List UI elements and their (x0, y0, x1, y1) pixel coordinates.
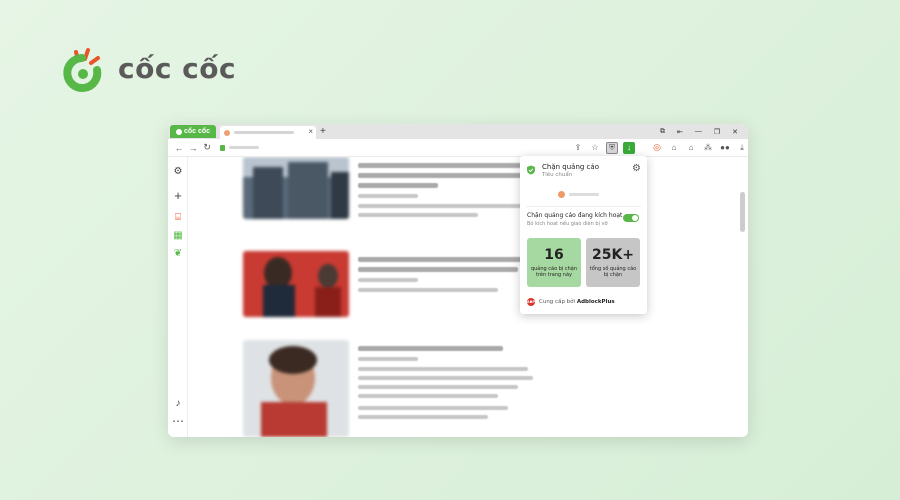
adblock-extension-icon[interactable]: ⛨ (606, 141, 619, 154)
new-tab-button[interactable]: + (320, 126, 326, 137)
leaf-icon[interactable]: ❦ (172, 247, 184, 259)
shopping-icon[interactable]: ⌸ (172, 211, 184, 223)
article-thumbnail (243, 251, 349, 317)
incognito-icon[interactable]: ●● (719, 142, 731, 154)
title-bar: cốc cốc × + ⧉ ⇤ — ❐ ✕ (168, 124, 748, 139)
site-domain-blurred (569, 193, 599, 196)
home-icon[interactable]: ⌂ (685, 142, 697, 154)
adblock-toggle-label: Chặn quảng cáo đang kích hoạt (527, 212, 623, 219)
brand-tab-label: cốc cốc (183, 128, 211, 135)
footer-brand-link[interactable]: AdblockPlus (577, 299, 615, 305)
forward-icon[interactable]: → (186, 143, 200, 153)
browser-toolbar: ← → ↻ ⇪ ☆ ⛨ ↓ ◎ ⌂ ⌂ ⁂ ●● ⤓ (168, 139, 748, 157)
adblockplus-logo-icon: ABP (527, 298, 535, 306)
popup-settings-gear-icon[interactable]: ⚙ (632, 163, 641, 174)
more-options-icon[interactable]: ⋯ (172, 414, 184, 428)
blurred-page-content (188, 157, 738, 437)
divider (526, 206, 641, 207)
adblock-toggle[interactable] (623, 214, 639, 222)
browser-window: cốc cốc × + ⧉ ⇤ — ❐ ✕ ← → ↻ ⇪ ☆ ⛨ ↓ ◎ ⌂ … (168, 124, 748, 437)
sidebar-toggle-icon[interactable]: ⇤ (677, 128, 683, 136)
minimize-icon[interactable]: — (695, 128, 702, 136)
blocked-on-page-stat: 16 quảng cáo bị chặn trên trang này (527, 238, 581, 287)
puzzle-extensions-icon[interactable]: ⌂ (668, 142, 680, 154)
close-window-icon[interactable]: ✕ (732, 128, 738, 136)
address-bar[interactable] (220, 144, 572, 151)
side-panel: ⚙ + ⌸ ▦ ❦ ♪ ⋯ (168, 157, 188, 437)
url-blurred (229, 146, 260, 149)
tab-title-blurred (234, 131, 294, 134)
article-thumbnail (243, 340, 349, 437)
lock-icon (220, 144, 226, 151)
blocked-total-label: tổng số quảng cáo bị chặn (589, 266, 637, 278)
blocked-total-count: 25K+ (591, 247, 635, 263)
calendar-icon[interactable]: ▦ (172, 229, 184, 241)
blocked-total-stat: 25K+ tổng số quảng cáo bị chặn (586, 238, 640, 287)
picture-in-picture-icon[interactable]: ⧉ (660, 128, 665, 136)
share-icon[interactable]: ⇪ (572, 142, 584, 154)
settings-gear-icon[interactable]: ⚙ (172, 165, 184, 177)
notification-bell-icon[interactable]: ♪ (172, 397, 184, 409)
tab-close-icon[interactable]: × (308, 127, 313, 136)
shield-check-icon (527, 165, 535, 175)
add-panel-icon[interactable]: + (172, 188, 184, 203)
brand-name: cốc cốc (118, 52, 237, 85)
scrollbar-thumb[interactable] (740, 192, 745, 232)
downloads-icon[interactable]: ⤓ (736, 142, 748, 154)
coccoc-home-tab[interactable]: cốc cốc (170, 125, 216, 138)
savior-download-icon[interactable]: ↓ (623, 141, 636, 154)
window-controls: ⧉ ⇤ — ❐ ✕ (660, 128, 748, 136)
reload-icon[interactable]: ↻ (200, 142, 214, 153)
adblock-toggle-sublabel: Bỏ kích hoạt nếu giao diện bị vỡ (527, 221, 608, 227)
popup-footer: ABP Cung cấp bởi AdblockPlus (527, 298, 615, 306)
tab-favicon-icon (224, 129, 230, 136)
toolbar-icons: ⇪ ☆ ⛨ ↓ ◎ ⌂ ⌂ ⁂ ●● ⤓ (572, 141, 748, 154)
coccoc-extension-icon[interactable]: ◎ (651, 142, 663, 154)
blocked-on-page-count: 16 (544, 247, 564, 263)
active-tab[interactable]: × (220, 126, 316, 139)
network-icon[interactable]: ⁂ (702, 142, 714, 154)
footer-prefix: Cung cấp bởi (539, 299, 576, 305)
adblock-popup: Chặn quảng cáo Tiêu chuẩn ⚙ Chặn quảng c… (520, 156, 647, 314)
blocked-on-page-label: quảng cáo bị chặn trên trang này (530, 266, 578, 278)
current-site (558, 191, 599, 198)
popup-subtitle: Tiêu chuẩn (542, 172, 573, 178)
coccoc-tab-icon (175, 128, 182, 135)
back-icon[interactable]: ← (172, 143, 186, 153)
bookmark-star-icon[interactable]: ☆ (589, 142, 601, 154)
article-thumbnail (243, 157, 349, 219)
coccoc-logo-icon (63, 48, 102, 92)
site-favicon-icon (558, 191, 565, 198)
popup-title: Chặn quảng cáo (542, 163, 599, 171)
maximize-icon[interactable]: ❐ (714, 128, 720, 136)
